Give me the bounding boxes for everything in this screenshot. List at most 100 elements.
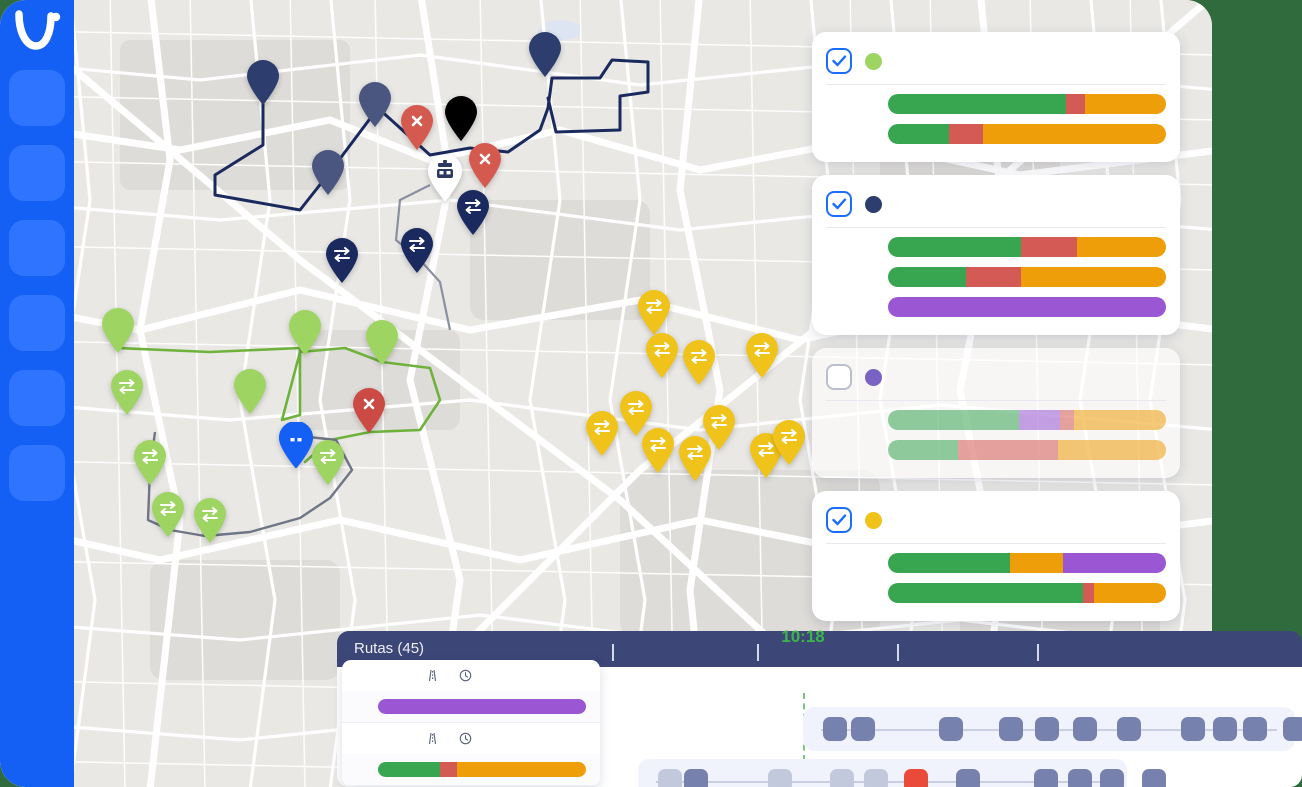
conductor-card[interactable] [812,175,1180,335]
route-segment [888,267,966,287]
route-row[interactable] [812,262,1180,292]
conductor-card[interactable] [812,491,1180,621]
map-pin-arrow[interactable] [745,333,779,379]
timeline-stops [656,768,1109,787]
route-list-item[interactable] [342,723,600,786]
timeline-stop[interactable] [939,717,963,741]
timeline-stop[interactable] [1181,717,1205,741]
sidebar-nav-item-5[interactable] [9,370,65,426]
timeline-row[interactable] [638,759,1127,787]
close-icon[interactable] [1146,195,1166,215]
route-row[interactable] [812,578,1180,608]
route-row[interactable] [812,119,1180,149]
map-pin-num[interactable] [246,60,280,106]
divider [826,400,1166,401]
app-root: Rutas (45) 10:18 [0,0,1302,787]
timeline-stop[interactable] [1283,717,1302,741]
map-pin-arrow[interactable] [456,190,490,236]
route-row[interactable] [812,405,1180,435]
timeline-row[interactable] [803,707,1295,751]
timeline-stop[interactable] [684,769,708,787]
timeline-stops [821,716,1277,742]
conductor-color-dot [865,512,882,529]
route-row[interactable] [812,292,1180,322]
route-segment [888,94,1066,114]
routes-list[interactable] [342,660,600,786]
map-pin-arrow[interactable] [311,440,345,486]
route-progress-bar [888,237,1166,257]
map-pin-x[interactable] [352,388,386,434]
conductor-card[interactable] [812,32,1180,162]
map-pin-num[interactable] [288,310,322,356]
timeline-stop[interactable] [1068,769,1092,787]
timeline-stop[interactable] [864,769,888,787]
route-list-item[interactable] [342,660,600,723]
route-segment [1085,94,1166,114]
map-pin-x[interactable] [468,143,502,189]
timeline-stop[interactable] [1100,769,1124,787]
route-segment [888,124,949,144]
map-pin-truck-blue[interactable] [279,422,313,468]
route-segment [1021,237,1077,257]
conductor-checkbox[interactable] [826,364,852,390]
route-row[interactable] [812,89,1180,119]
timeline-stop[interactable] [1117,717,1141,741]
sidebar-nav-item-6[interactable] [9,445,65,501]
timeline-stop[interactable] [658,769,682,787]
map-pin-arrow[interactable] [641,428,675,474]
map-pin-arrow[interactable] [678,436,712,482]
timeline-stop[interactable] [1213,717,1237,741]
sidebar-nav-item-3[interactable] [9,220,65,276]
timeline-stop[interactable] [999,717,1023,741]
map-pin-num[interactable] [365,320,399,366]
timeline-stop[interactable] [1035,717,1059,741]
close-icon[interactable] [1146,511,1166,531]
route-row[interactable] [812,232,1180,262]
map-pin-arrow[interactable] [645,333,679,379]
route-row[interactable] [812,435,1180,465]
timeline-stop[interactable] [768,769,792,787]
timeline-stop[interactable] [1034,769,1058,787]
timeline-tick [612,644,620,661]
route-segment [1083,583,1094,603]
map-pin-num[interactable] [358,82,392,128]
map-pin-arrow[interactable] [325,238,359,284]
map-pin-arrow[interactable] [682,340,716,386]
timeline-tick [897,644,905,661]
conductor-checkbox[interactable] [826,48,852,74]
timeline-stop[interactable] [830,769,854,787]
map-pin-num[interactable] [444,96,478,142]
timeline-stop[interactable] [1243,717,1267,741]
map-pin-num[interactable] [528,32,562,78]
timeline-stop[interactable] [956,769,980,787]
timeline-stop[interactable] [904,769,928,787]
map-pin-arrow[interactable] [400,228,434,274]
map-pin-arrow[interactable] [585,411,619,457]
route-row[interactable] [812,548,1180,578]
conductor-checkbox[interactable] [826,507,852,533]
timeline-stop[interactable] [851,717,875,741]
timeline-stop[interactable] [1142,769,1166,787]
map-pin-num[interactable] [311,150,345,196]
close-icon[interactable] [1146,52,1166,72]
sidebar-nav-item-4[interactable] [9,295,65,351]
timeline-stop[interactable] [1073,717,1097,741]
map-pin-x[interactable] [400,105,434,151]
map-pin-arrow[interactable] [151,492,185,538]
map-pin-arrow[interactable] [772,420,806,466]
map-pin-arrow[interactable] [193,498,227,544]
map-pin-num[interactable] [101,308,135,354]
close-icon[interactable] [1146,368,1166,388]
map-pin-arrow[interactable] [110,370,144,416]
timeline-stop[interactable] [823,717,847,741]
route-duration [459,732,476,745]
sidebar-nav-item-2[interactable] [9,145,65,201]
map-pin-arrow[interactable] [637,290,671,336]
map-pin-num[interactable] [233,369,267,415]
conductor-card[interactable] [812,348,1180,478]
route-list-bar [378,762,586,777]
map-pin-arrow[interactable] [133,440,167,486]
conductor-checkbox[interactable] [826,191,852,217]
route-list-bar-row [342,691,600,722]
sidebar-nav-item-1[interactable] [9,70,65,126]
